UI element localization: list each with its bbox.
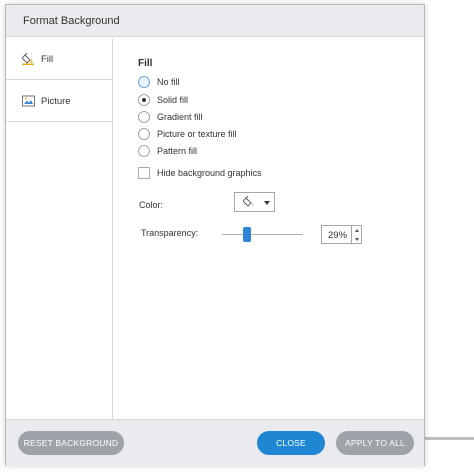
close-button[interactable]: CLOSE [257,431,325,455]
chevron-down-icon [264,201,270,205]
apply-to-all-button[interactable]: APPLY TO ALL [336,431,414,455]
transparency-spinner[interactable] [352,225,362,244]
hide-background-graphics[interactable]: Hide background graphics [138,167,338,181]
radio-button[interactable] [138,145,150,157]
dialog-footer: RESET BACKGROUND CLOSE APPLY TO ALL [6,419,424,466]
paint-bucket-icon [21,52,35,65]
spin-up-icon[interactable] [355,229,359,232]
radio-label: No fill [157,77,180,87]
radio-button[interactable] [138,111,150,123]
format-background-dialog: Format Background Fill Picture Fill No f… [5,4,425,466]
radio-pattern-fill[interactable]: Pattern fill [138,145,338,159]
transparency-slider-thumb[interactable] [243,227,251,242]
reset-background-button[interactable]: RESET BACKGROUND [18,431,124,455]
transparency-input[interactable]: 29% [321,225,352,244]
radio-label: Gradient fill [157,112,203,122]
radio-label: Pattern fill [157,146,198,156]
hide-graphics-checkbox[interactable] [138,167,150,179]
dialog-title: Format Background [23,15,120,27]
checkbox-label: Hide background graphics [157,168,262,178]
sidebar-item-fill[interactable]: Fill [6,38,112,80]
slide-backdrop [425,0,474,476]
radio-no-fill[interactable]: No fill [138,76,338,90]
paint-bucket-icon [242,195,257,209]
sidebar: Fill Picture [6,38,113,419]
sidebar-item-label: Fill [41,54,54,65]
color-picker-button[interactable] [234,192,275,212]
color-label: Color: [139,200,164,210]
fill-panel: Fill No fill Solid fill Gradient fill Pi… [113,38,425,419]
backdrop-divider [425,437,474,440]
spin-down-icon[interactable] [355,238,359,241]
section-title: Fill [138,58,153,69]
radio-label: Picture or texture fill [157,129,237,139]
radio-button[interactable] [138,94,150,106]
radio-gradient-fill[interactable]: Gradient fill [138,111,338,125]
transparency-value: 29% [328,230,348,241]
radio-label: Solid fill [157,95,189,105]
transparency-label: Transparency: [141,228,199,238]
sidebar-item-label: Picture [41,96,71,107]
picture-icon [22,95,35,107]
transparency-slider-track[interactable] [222,234,303,235]
radio-button[interactable] [138,128,150,140]
dialog-titlebar: Format Background [6,5,424,37]
sidebar-item-picture[interactable]: Picture [6,80,112,122]
radio-button[interactable] [138,76,150,88]
radio-solid-fill[interactable]: Solid fill [138,94,338,108]
radio-picture-texture-fill[interactable]: Picture or texture fill [138,128,338,142]
